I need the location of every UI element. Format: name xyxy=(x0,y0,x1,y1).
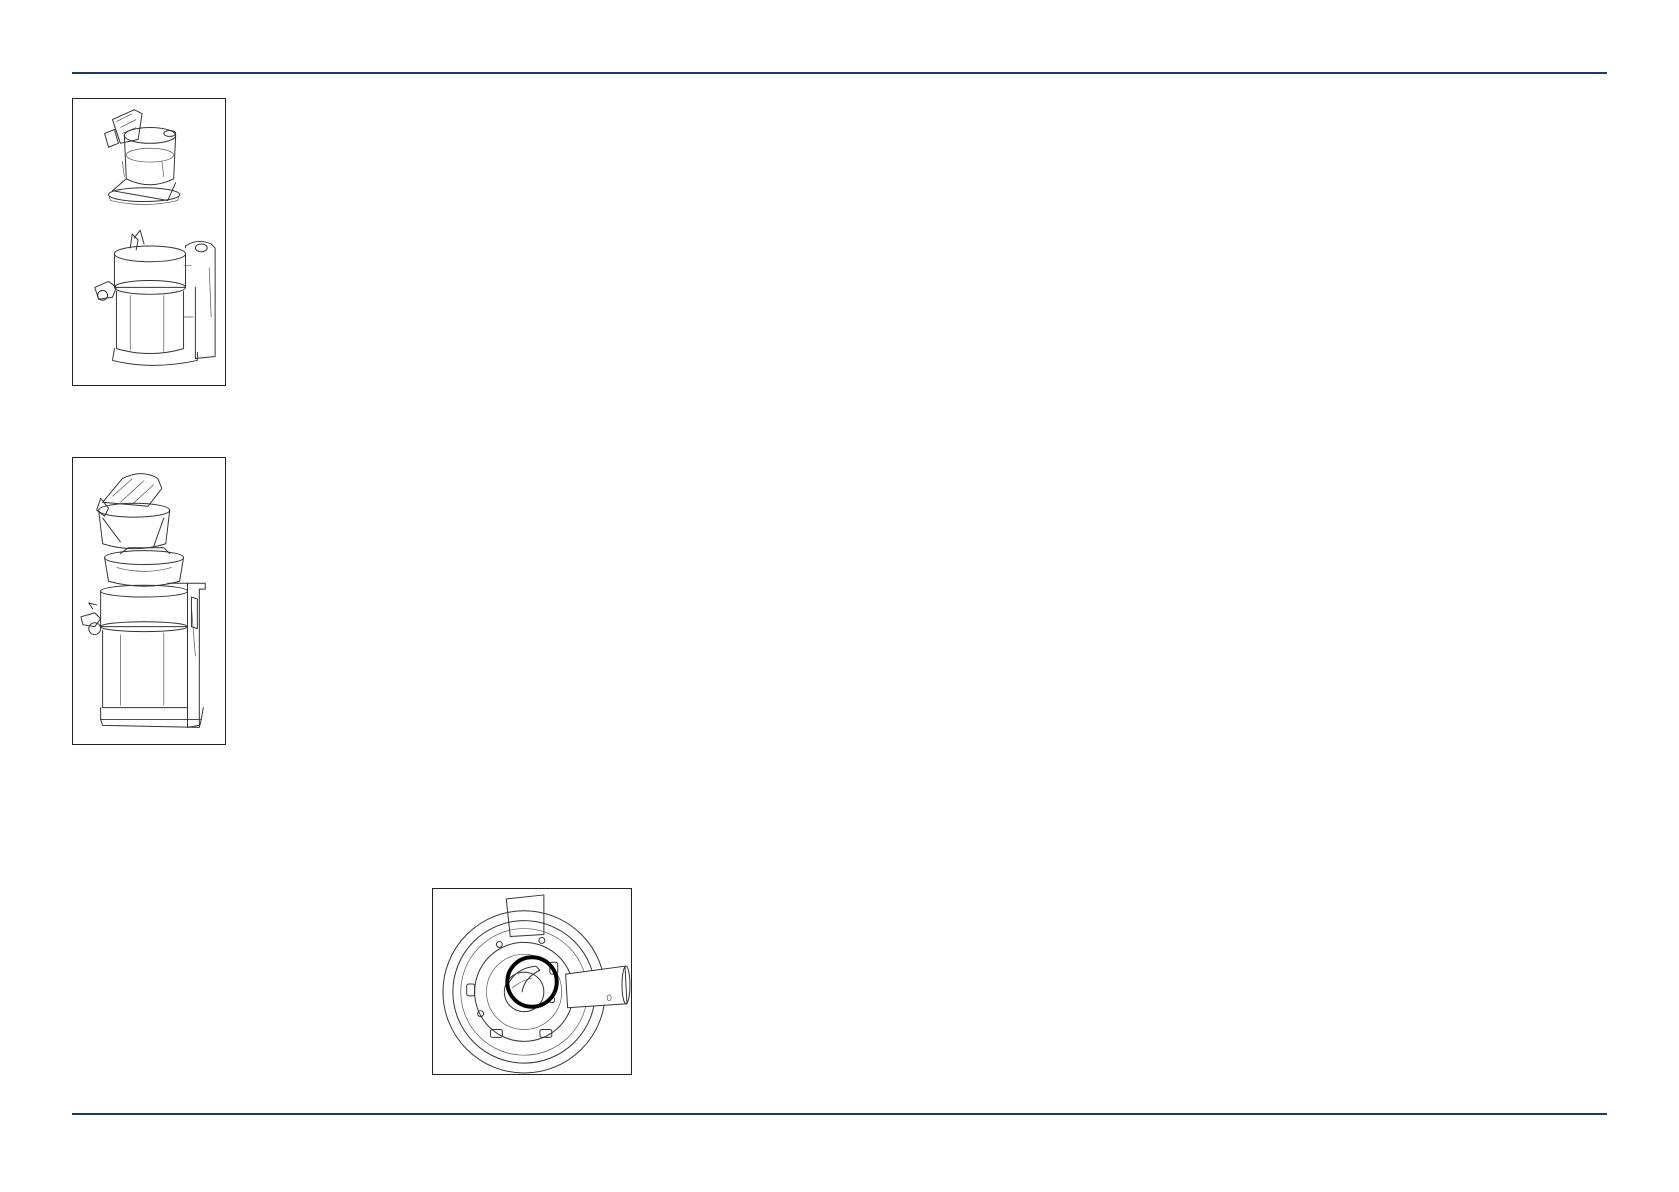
juicer-bowl-assembly-figure xyxy=(72,98,226,386)
bottom-divider xyxy=(72,1113,1607,1115)
juicer-complete-assembly-icon xyxy=(80,473,206,728)
juicer-bowl-top-view-figure xyxy=(432,888,632,1075)
juicer-complete-assembly-figure xyxy=(72,457,226,745)
juicer-juicing-bowl-assembly-icon xyxy=(94,109,216,366)
juicer-bowl-top-view-icon xyxy=(442,894,631,1074)
top-divider xyxy=(72,72,1607,74)
